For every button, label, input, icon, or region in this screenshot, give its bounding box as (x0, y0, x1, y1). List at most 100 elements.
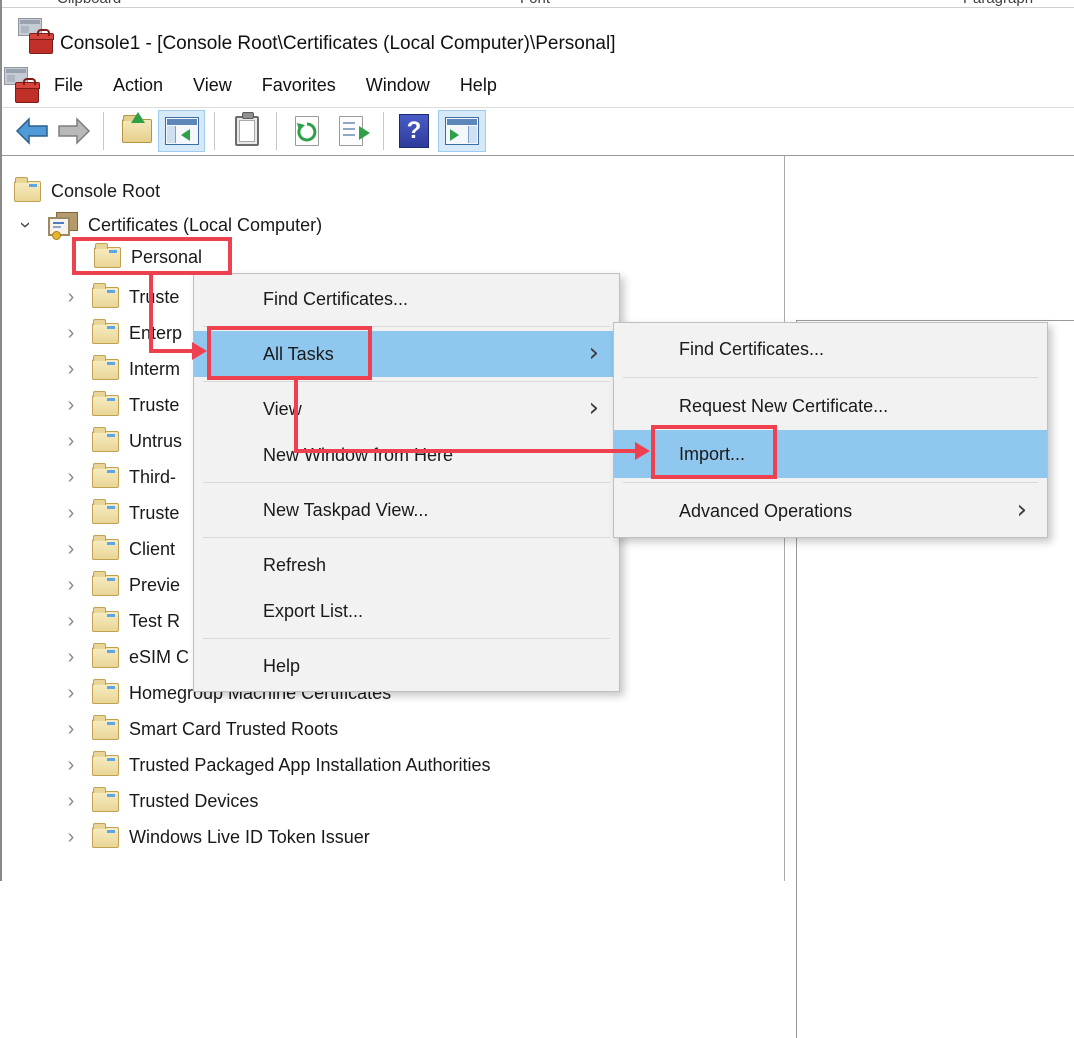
tree-item-trusted-packaged-app-installation-authorities[interactable]: › Trusted Packaged App Installation Autho… (2, 747, 782, 783)
clipboard-icon (235, 116, 259, 146)
annotation-arrowhead-icon (635, 442, 650, 460)
menu-item-label: New Taskpad View... (263, 500, 428, 521)
annotation-arrow-all-tasks-to-import (294, 449, 636, 453)
context-menu-item-help[interactable]: Help (194, 643, 619, 689)
menu-separator (203, 381, 610, 382)
back-button[interactable] (12, 110, 52, 152)
menubar-item-file[interactable]: File (54, 75, 83, 96)
menu-item-label: Export List... (263, 601, 363, 622)
context-menu-item-export-list[interactable]: Export List... (194, 588, 619, 634)
annotation-arrow-all-tasks-to-import (294, 380, 298, 453)
arrow-right-icon (56, 117, 92, 145)
tree-item-console-root[interactable]: Console Root (2, 173, 782, 209)
menubar-item-window[interactable]: Window (366, 75, 430, 96)
toolbar-separator (103, 112, 104, 150)
menu-item-label: Refresh (263, 555, 326, 576)
folder-icon (92, 611, 119, 632)
tree-item-label: Truste (129, 287, 179, 308)
chevron-collapsed-icon[interactable]: › (62, 467, 80, 487)
tree-item-label: Truste (129, 503, 179, 524)
chevron-collapsed-icon[interactable]: › (62, 755, 80, 775)
menu-separator (623, 377, 1038, 378)
annotation-arrowhead-icon (192, 342, 207, 360)
submenu-item-request-new-certificate[interactable]: Request New Certificate... (614, 382, 1047, 430)
show-hide-action-pane-button[interactable] (438, 110, 486, 152)
folder-icon (92, 791, 119, 812)
ribbon-label-font: Font (520, 0, 550, 7)
chevron-collapsed-icon[interactable]: › (62, 503, 80, 523)
window-tree-icon (165, 117, 199, 145)
forward-button[interactable] (54, 110, 94, 152)
title-bar: Console1 - [Console Root\Certificates (L… (2, 8, 1074, 64)
context-menu-item-find-certificates[interactable]: Find Certificates... (194, 276, 619, 322)
folder-icon (92, 359, 119, 380)
tree-item-label: Trusted Packaged App Installation Author… (129, 755, 491, 776)
help-button[interactable]: ? (394, 110, 434, 152)
tree-item-label: Truste (129, 395, 179, 416)
tree-item-trusted-devices[interactable]: ›Trusted Devices (2, 783, 782, 819)
chevron-collapsed-icon[interactable]: › (62, 395, 80, 415)
folder-icon (92, 323, 119, 344)
chevron-collapsed-icon[interactable]: › (62, 611, 80, 631)
window-left-frame (0, 0, 2, 881)
menubar-item-action[interactable]: Action (113, 75, 163, 96)
chevron-collapsed-icon[interactable]: › (62, 287, 80, 307)
chevron-collapsed-icon[interactable]: › (62, 359, 80, 379)
annotation-arrow-personal-to-all-tasks (149, 275, 153, 353)
tree-item-label: eSIM C (129, 647, 189, 668)
tree-item-label: Previe (129, 575, 180, 596)
tree-item-label: Enterp (129, 323, 182, 344)
folder-up-icon (122, 119, 152, 143)
chevron-collapsed-icon[interactable]: › (62, 575, 80, 595)
menu-item-label: Request New Certificate... (679, 396, 888, 417)
submenu-chevron-icon: › (589, 393, 599, 423)
context-menu-item-new-taskpad-view[interactable]: New Taskpad View... (194, 487, 619, 533)
menu-item-label: Advanced Operations (679, 501, 852, 522)
tree-item-smart-card-trusted-roots[interactable]: › Smart Card Trusted Roots (2, 711, 782, 747)
up-one-level-button[interactable] (117, 110, 157, 152)
menubar-item-favorites[interactable]: Favorites (262, 75, 336, 96)
certificates-snapin-icon (48, 212, 78, 239)
annotation-box-all-tasks (207, 326, 372, 380)
export-list-button[interactable] (331, 110, 371, 152)
menu-separator (203, 537, 610, 538)
folder-icon (92, 575, 119, 596)
help-icon: ? (399, 114, 429, 148)
context-menu-item-new-window-from-here[interactable]: New Window from Here (194, 432, 619, 478)
chevron-collapsed-icon[interactable]: › (62, 323, 80, 343)
context-menu-item-view[interactable]: View› (194, 386, 619, 432)
chevron-collapsed-icon[interactable]: › (62, 647, 80, 667)
submenu-item-find-certificates[interactable]: Find Certificates... (614, 325, 1047, 373)
folder-icon (92, 683, 119, 704)
folder-icon (92, 395, 119, 416)
chevron-collapsed-icon[interactable]: › (62, 791, 80, 811)
show-hide-console-tree-button[interactable] (158, 110, 205, 152)
menu-separator (203, 482, 610, 483)
menubar-item-help[interactable]: Help (460, 75, 497, 96)
chevron-collapsed-icon[interactable]: › (62, 683, 80, 703)
page-export-icon (339, 116, 363, 146)
tree-item-label: Interm (129, 359, 180, 380)
mmc-console-icon-small (4, 67, 40, 103)
chevron-collapsed-icon[interactable]: › (62, 719, 80, 739)
ribbon-label-paragraph: Paragraph (963, 0, 1033, 7)
tree-item-label: Client (129, 539, 175, 560)
tree-item-label: Smart Card Trusted Roots (129, 719, 338, 740)
menubar-item-view[interactable]: View (193, 75, 232, 96)
tree-item-windows-live-id-token-issuer[interactable]: › Windows Live ID Token Issuer (2, 819, 782, 855)
paste-button[interactable] (227, 110, 267, 152)
chevron-collapsed-icon[interactable]: › (62, 431, 80, 451)
tree-item-label: Third- (129, 467, 176, 488)
tree-item-label: Untrus (129, 431, 182, 452)
folder-icon (92, 539, 119, 560)
refresh-button[interactable] (287, 110, 327, 152)
chevron-collapsed-icon[interactable]: › (62, 539, 80, 559)
context-menu-item-refresh[interactable]: Refresh (194, 542, 619, 588)
chevron-expanded-icon[interactable]: › (16, 215, 34, 235)
toolbar-separator (214, 112, 215, 150)
submenu-item-advanced-operations[interactable]: Advanced Operations› (614, 487, 1047, 535)
chevron-collapsed-icon[interactable]: › (62, 827, 80, 847)
tree-item-label: Windows Live ID Token Issuer (129, 827, 370, 848)
menu-item-label: New Window from Here (263, 445, 453, 466)
folder-icon (14, 181, 41, 202)
